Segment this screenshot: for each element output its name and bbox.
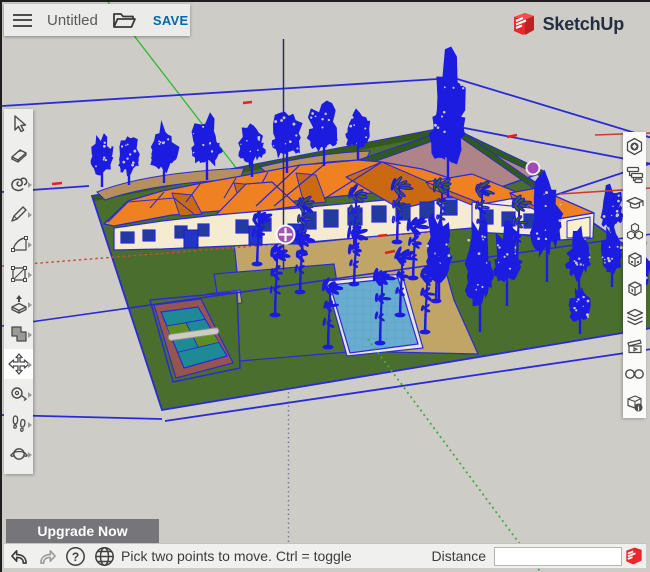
svg-text:i: i <box>637 403 639 412</box>
svg-text:?: ? <box>72 549 79 563</box>
